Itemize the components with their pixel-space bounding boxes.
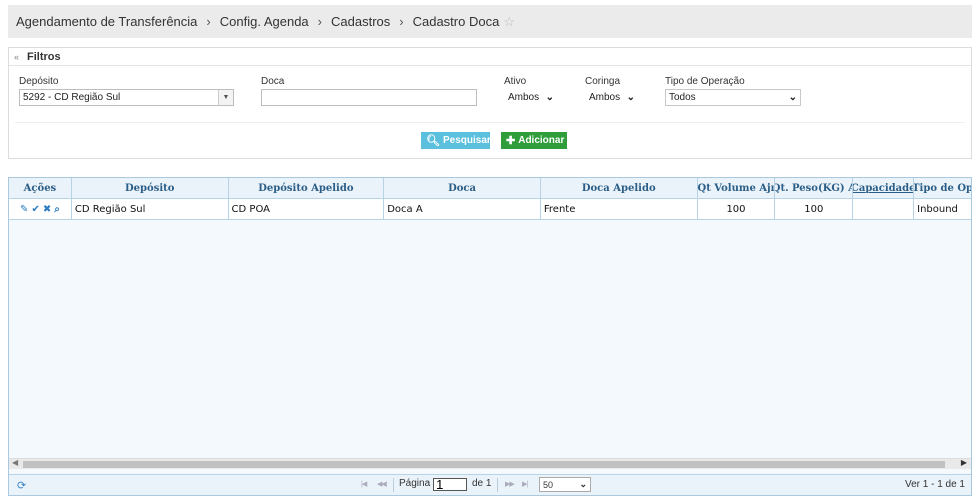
page-label: Página [399, 478, 431, 489]
scrollbar-thumb[interactable] [23, 461, 945, 468]
filters-title: Filtros [27, 50, 61, 63]
scroll-left-icon[interactable]: ◀ [12, 458, 18, 467]
cell-doca: Doca A [384, 199, 541, 219]
coringa-field-group: Coringa Ambos ⌄ [585, 76, 639, 106]
records-count: Ver 1 - 1 de 1 [904, 479, 965, 490]
add-button-label: Adicionar [518, 135, 565, 146]
cell-deposito: CD Região Sul [72, 199, 229, 219]
doca-label: Doca [261, 76, 285, 87]
deposito-select[interactable]: 5292 - CD Região Sul ▼ [19, 89, 234, 106]
chevron-right-icon: › [399, 14, 404, 29]
add-button[interactable]: ✚ Adicionar [501, 132, 567, 149]
coringa-select[interactable]: Ambos ⌄ [585, 89, 639, 106]
column-header-capacidade[interactable]: Capacidade [853, 178, 915, 198]
page-of-label: de 1 [472, 478, 492, 489]
filters-header[interactable]: « Filtros [9, 48, 971, 66]
check-icon[interactable]: ✔ [31, 204, 39, 215]
scroll-right-icon[interactable]: ▶ [961, 458, 967, 467]
search-button-label: Pesquisar [442, 135, 491, 146]
horizontal-scrollbar[interactable]: ◀ ▶ [9, 458, 971, 469]
pager: ⟳ |◀ ◀◀ Página de 1 ▶▶ ▶| 50 ⌄ Ver 1 - 1… [9, 474, 971, 495]
column-header-qt-volume[interactable]: Qt Volume Ajı [698, 178, 776, 198]
tipo-operacao-select-value: Todos [669, 92, 696, 103]
column-header-label: Ações [23, 182, 57, 194]
breadcrumb: Agendamento de Transferência › Config. A… [8, 5, 972, 38]
last-page-icon[interactable]: ▶| [522, 480, 528, 488]
next-page-icon[interactable]: ▶▶ [505, 480, 515, 488]
tipo-operacao-field-group: Tipo de Operação Todos ⌄ [665, 76, 801, 106]
chevron-right-icon: › [206, 14, 211, 29]
ativo-label: Ativo [504, 76, 527, 87]
cell-capacidade [853, 199, 915, 219]
column-header-doca-apelido[interactable]: Doca Apelido [541, 178, 698, 198]
chevron-down-icon: ⌄ [579, 479, 587, 489]
search-button[interactable]: 🔍︎ Pesquisar [421, 132, 491, 149]
rows-per-page-value: 50 [543, 479, 554, 490]
favorite-star-icon[interactable]: ☆ [503, 14, 515, 30]
tipo-operacao-select[interactable]: Todos ⌄ [665, 89, 801, 106]
pager-separator [497, 478, 498, 492]
breadcrumb-item-config-agenda[interactable]: Config. Agenda [220, 14, 309, 29]
deposito-select-value: 5292 - CD Região Sul [23, 92, 121, 103]
coringa-label: Coringa [585, 76, 621, 87]
refresh-icon[interactable]: ⟳ [17, 479, 26, 492]
row-actions: ✎ ✔ ✖ ⌕ [9, 199, 72, 219]
plus-icon: ✚ [506, 135, 516, 147]
column-header-tipo-operacao[interactable]: Tipo de Op [914, 178, 971, 198]
column-header-label: Tipo de Op [914, 182, 972, 194]
deposito-label: Depósito [19, 76, 59, 87]
collapse-icon[interactable]: « [14, 52, 19, 62]
search-icon[interactable]: ⌕ [54, 204, 60, 215]
column-header-deposito[interactable]: Depósito [72, 178, 229, 198]
doca-input[interactable] [261, 89, 477, 106]
chevron-down-icon[interactable]: ▼ [218, 90, 233, 105]
tipo-operacao-label: Tipo de Operação [665, 76, 745, 87]
column-header-label: Doca [448, 182, 477, 194]
column-header-doca[interactable]: Doca [384, 178, 541, 198]
prev-page-icon[interactable]: ◀◀ [377, 480, 387, 488]
first-page-icon[interactable]: |◀ [361, 480, 367, 488]
cell-qt-volume: 100 [698, 199, 776, 219]
filters-panel: « Filtros Depósito 5292 - CD Região Sul … [8, 47, 972, 159]
chevron-right-icon: › [317, 14, 322, 29]
column-header-qt-peso[interactable]: Qt. Peso(KG) A [775, 178, 854, 198]
chevron-down-icon: ⌄ [788, 92, 797, 103]
deposito-field-group: Depósito 5292 - CD Região Sul ▼ [19, 76, 234, 106]
rows-per-page-select[interactable]: 50 ⌄ [539, 477, 591, 492]
page-title: Cadastro Doca [412, 14, 500, 29]
column-header-acoes[interactable]: Ações [9, 178, 72, 198]
chevron-down-icon: ⌄ [626, 92, 635, 103]
column-header-label: Qt. Peso(KG) A [775, 182, 854, 194]
edit-icon[interactable]: ✎ [20, 204, 28, 215]
column-header-label: Depósito Apelido [258, 182, 354, 194]
page-number-input[interactable] [433, 478, 467, 491]
table-row[interactable]: ✎ ✔ ✖ ⌕ CD Região Sul CD POA Doca A Fren… [9, 199, 971, 220]
doca-field-group: Doca [261, 76, 477, 106]
filters-divider [15, 122, 965, 123]
search-icon: 🔍︎ [426, 135, 440, 147]
grid-header-row: Ações Depósito Depósito Apelido Doca Doc… [9, 178, 971, 199]
coringa-select-value: Ambos [589, 92, 621, 103]
column-header-label: Qt Volume Ajı [697, 182, 775, 194]
column-header-label: Doca Apelido [581, 182, 656, 194]
cell-doca-apelido: Frente [541, 199, 698, 219]
pager-separator [393, 478, 394, 492]
chevron-down-icon: ⌄ [545, 92, 554, 103]
cell-deposito-apelido: CD POA [229, 199, 385, 219]
column-header-deposito-apelido[interactable]: Depósito Apelido [229, 178, 385, 198]
delete-icon[interactable]: ✖ [43, 204, 51, 215]
column-header-label: Capacidade [853, 182, 915, 194]
column-header-label: Depósito [125, 182, 175, 194]
ativo-select[interactable]: Ambos ⌄ [504, 89, 558, 106]
breadcrumb-item-agendamento[interactable]: Agendamento de Transferência [16, 14, 197, 29]
ativo-select-value: Ambos [508, 92, 540, 103]
cell-tipo-operacao: Inbound [917, 203, 958, 215]
ativo-field-group: Ativo Ambos ⌄ [504, 76, 558, 106]
results-grid: Ações Depósito Depósito Apelido Doca Doc… [8, 177, 972, 496]
breadcrumb-item-cadastros[interactable]: Cadastros [331, 14, 390, 29]
cell-qt-peso: 100 [775, 199, 854, 219]
